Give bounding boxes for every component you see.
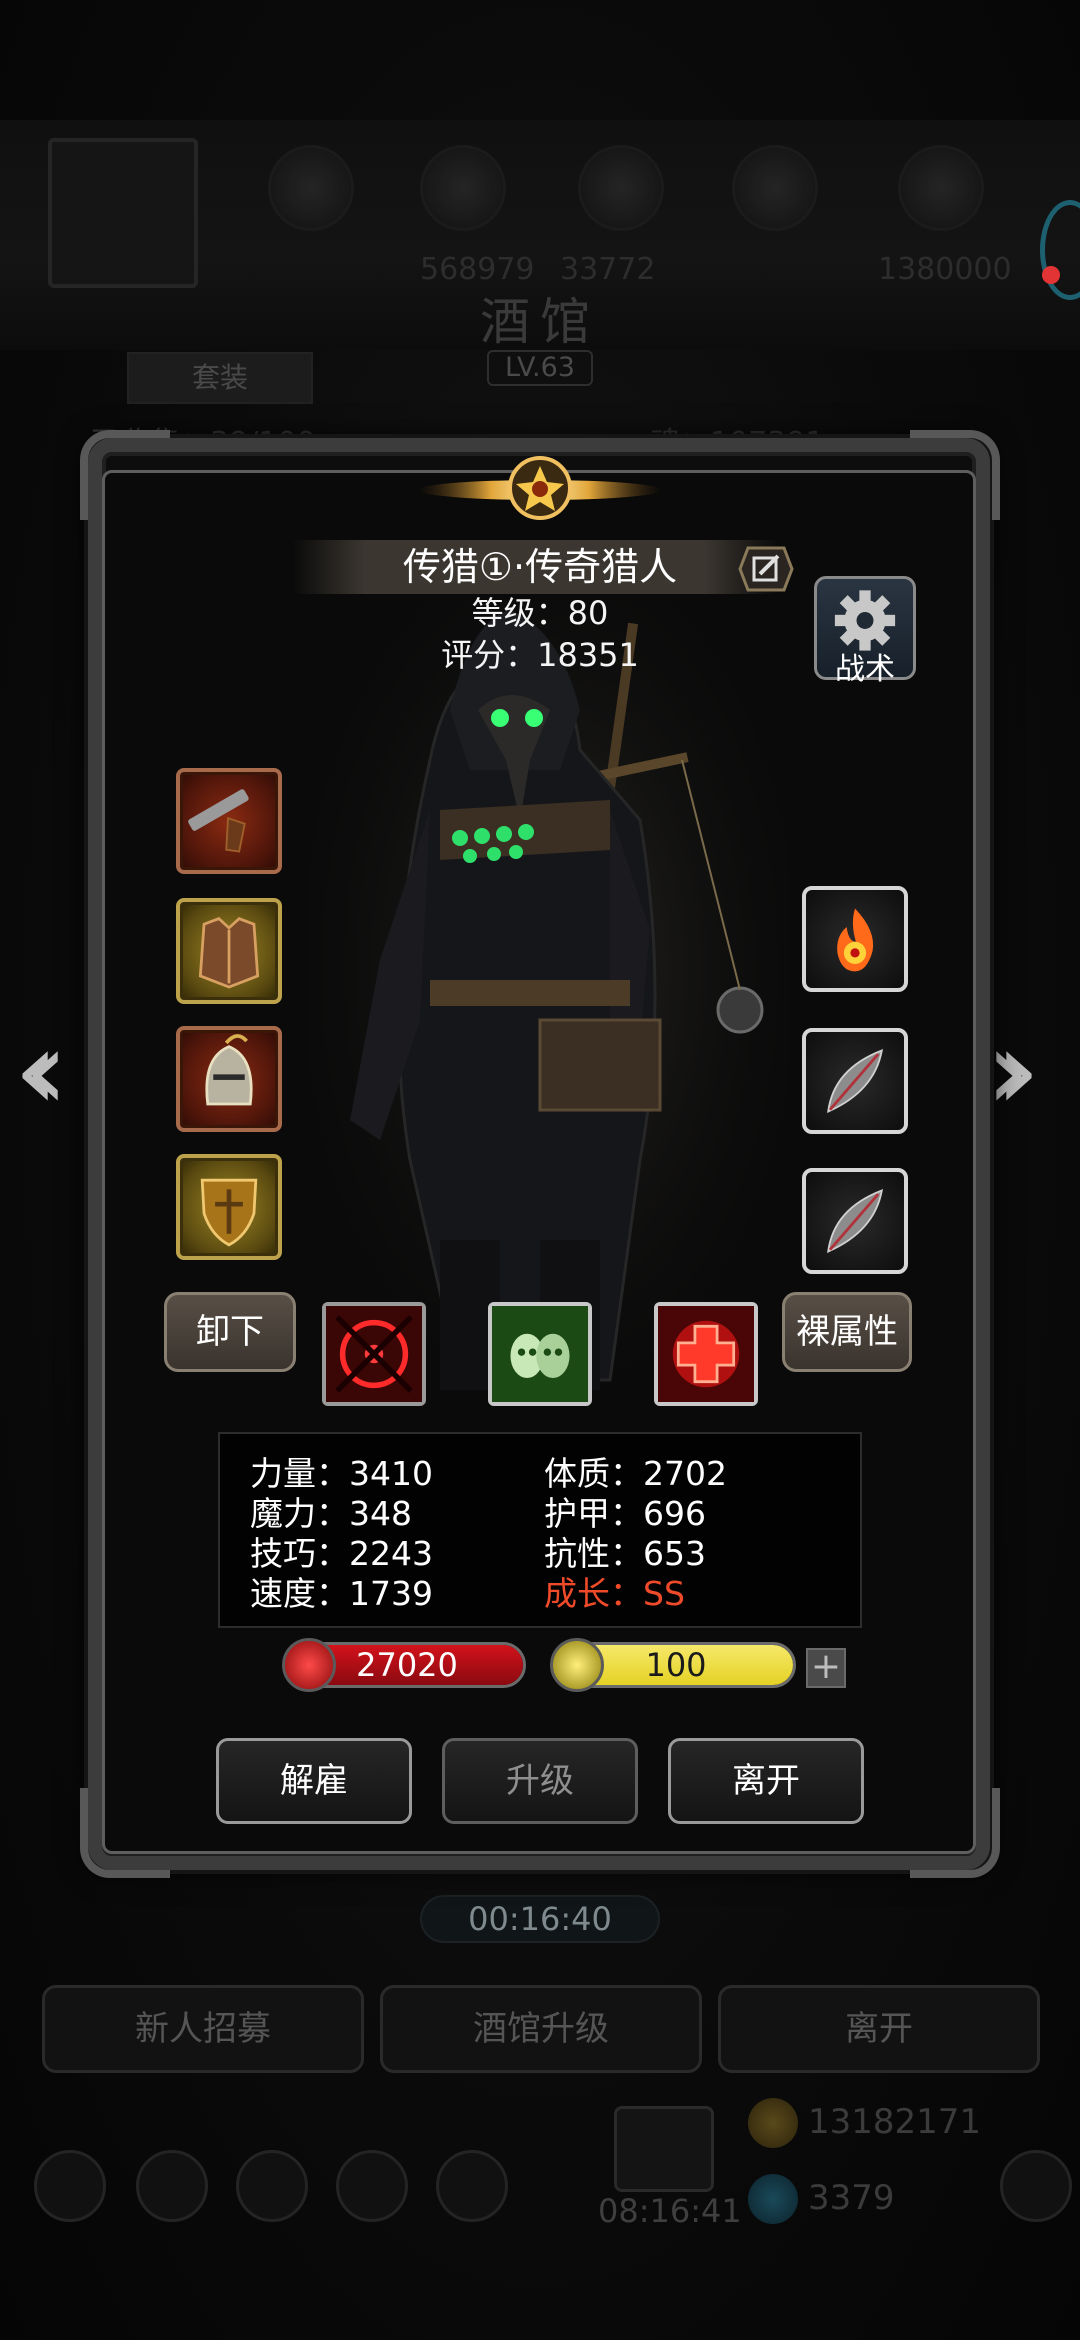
resource-icon-3: [578, 145, 664, 231]
hero-level: 等级：80: [471, 594, 609, 632]
stat-growth: 成长：SS: [544, 1574, 685, 1613]
knight-helmet-icon: [205, 1034, 253, 1106]
player-avatar: [48, 138, 198, 288]
skill-slot-2[interactable]: [488, 1302, 592, 1406]
hero-score: 评分：18351: [441, 636, 639, 674]
stat-speed: 速度：1739: [250, 1574, 433, 1613]
stat-constitution: 体质：2702: [544, 1454, 727, 1493]
clock-time: 08:16:41: [598, 2192, 742, 2230]
chest-icon: [614, 2106, 714, 2192]
tavern-leave-button: 离开: [718, 1985, 1040, 2073]
tavern-upgrade-button: 酒馆升级: [380, 1985, 702, 2073]
frame-corner-ornament: [80, 1788, 170, 1878]
hero-name: 传猎①·传奇猎人: [402, 545, 678, 589]
unequip-button[interactable]: 卸下: [164, 1292, 296, 1372]
frame-corner-ornament: [910, 430, 1000, 520]
edit-name-icon[interactable]: [738, 544, 794, 594]
stat-resistance: 抗性：653: [544, 1534, 706, 1573]
flintlock-pistol-icon: [188, 789, 249, 853]
resource-icon-5: [898, 145, 984, 231]
weapon-slot[interactable]: [176, 768, 282, 874]
previous-hero-arrow-icon[interactable]: ‹‹: [14, 1015, 68, 1125]
accessory-slot-2[interactable]: [802, 1028, 908, 1134]
skill-slot-1[interactable]: [322, 1302, 426, 1406]
twin-skull-skill-icon: [492, 1306, 588, 1402]
nav-icon-add: [1000, 2150, 1072, 2222]
lightning-icon: [550, 1638, 604, 1692]
tavern-level: LV.63: [487, 350, 593, 386]
nav-icon-3: [236, 2150, 308, 2222]
gem-icon: [748, 2174, 798, 2224]
upgrade-button[interactable]: 升级: [442, 1738, 638, 1824]
base-attributes-button[interactable]: 裸属性: [782, 1292, 912, 1372]
frame-corner-ornament: [80, 430, 170, 520]
red-cross-skill-icon: [658, 1306, 754, 1402]
crosshair-skill-icon: [326, 1306, 422, 1402]
gold-amount: 13182171: [808, 2102, 982, 2142]
stat-armor: 护甲：696: [544, 1494, 706, 1533]
fire-orb-icon: [837, 908, 874, 972]
crest-shield-icon: [200, 1178, 258, 1247]
suit-tab: 套装: [127, 352, 313, 404]
nav-icon-2: [136, 2150, 208, 2222]
shield-slot[interactable]: [176, 1154, 282, 1260]
armor-slot[interactable]: [176, 898, 282, 1004]
frame-corner-ornament: [910, 1788, 1000, 1878]
stat-magic: 魔力：348: [250, 1494, 412, 1533]
leave-button[interactable]: 离开: [668, 1738, 864, 1824]
gold-icon: [748, 2098, 798, 2148]
resource-icon-1: [268, 145, 354, 231]
tavern-title: 酒馆: [480, 293, 600, 351]
helmet-slot[interactable]: [176, 1026, 282, 1132]
dismiss-button[interactable]: 解雇: [216, 1738, 412, 1824]
recruit-button: 新人招募: [42, 1985, 364, 2073]
gem-amount: 3379: [808, 2178, 895, 2218]
tactics-label: 战术: [835, 652, 895, 687]
resource-icon-2: [420, 145, 506, 231]
add-energy-button[interactable]: +: [806, 1648, 846, 1688]
stat-skill: 技巧：2243: [250, 1534, 433, 1573]
nav-icon-4: [336, 2150, 408, 2222]
nav-icon-5: [436, 2150, 508, 2222]
heart-icon: [282, 1638, 336, 1692]
nav-icon-1: [34, 2150, 106, 2222]
rank-emblem-icon: [418, 456, 662, 520]
gray-feather-icon: [827, 1049, 884, 1114]
stat-strength: 力量：3410: [250, 1454, 433, 1493]
resource-icon-4: [732, 145, 818, 231]
refresh-timer: 00:16:40: [420, 1895, 660, 1943]
skill-slot-3[interactable]: [654, 1302, 758, 1406]
gray-feather-icon: [827, 1189, 884, 1254]
accessory-slot-3[interactable]: [802, 1168, 908, 1274]
accessory-slot-1[interactable]: [802, 886, 908, 992]
chest-armor-icon: [198, 917, 260, 989]
hero-portrait: [310, 600, 790, 1420]
